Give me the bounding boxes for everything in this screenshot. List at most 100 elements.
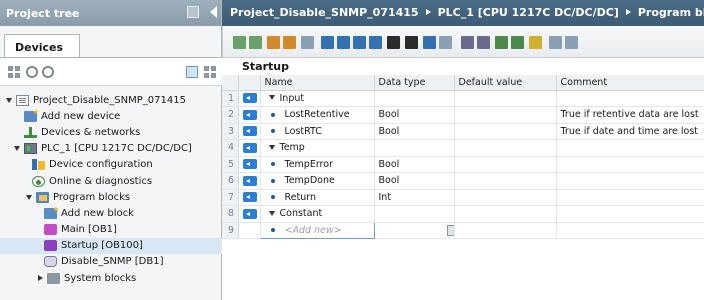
- name-cell[interactable]: LostRetentive: [260, 106, 375, 124]
- expand-icon[interactable]: [301, 36, 314, 49]
- data-type-cell[interactable]: Bool: [374, 106, 455, 124]
- comment-cell[interactable]: True if date and time are lost: [556, 123, 704, 140]
- open-box-icon[interactable]: [461, 36, 474, 49]
- data-type-cell[interactable]: [374, 139, 455, 157]
- comment-cell[interactable]: [556, 139, 704, 157]
- tree-item-add-new-device[interactable]: Add new device: [0, 108, 222, 124]
- insert-row-icon[interactable]: [233, 36, 246, 49]
- default-value-cell[interactable]: [454, 139, 557, 157]
- collapse-section-icon[interactable]: [268, 210, 275, 216]
- close-branch-icon[interactable]: [477, 36, 490, 49]
- collapse-panel-icon[interactable]: [210, 6, 217, 18]
- absolute-operands-icon[interactable]: [423, 36, 436, 49]
- comment-cell[interactable]: [556, 90, 704, 107]
- breadcrumb-plc[interactable]: PLC_1 [CPU 1217C DC/DC/DC]: [438, 6, 619, 19]
- expand-down-icon[interactable]: [26, 194, 32, 200]
- expand-right-icon[interactable]: [38, 275, 43, 282]
- modify-icon[interactable]: [549, 36, 562, 49]
- data-type-cell[interactable]: [374, 222, 455, 239]
- go-to-previous-error-icon[interactable]: [511, 36, 524, 49]
- display-favorites-icon[interactable]: [439, 36, 452, 49]
- default-value-cell[interactable]: [454, 222, 557, 239]
- go-to-next-error-icon[interactable]: [495, 36, 508, 49]
- tree-item-project[interactable]: Project_Disable_SNMP_071415: [0, 92, 222, 108]
- tree-item-devices-networks[interactable]: Devices & networks: [0, 124, 222, 140]
- split-view-icon[interactable]: [204, 66, 216, 78]
- data-type-cell[interactable]: [374, 205, 455, 223]
- name-cell[interactable]: TempDone: [260, 172, 375, 190]
- name-cell[interactable]: TempError: [260, 156, 375, 173]
- copy-snapshot-icon[interactable]: [283, 36, 296, 49]
- name-cell[interactable]: LostRTC: [260, 123, 375, 140]
- default-value-cell[interactable]: [454, 172, 557, 190]
- add-new-input[interactable]: <Add new>: [259, 221, 375, 239]
- default-value-cell[interactable]: [454, 90, 557, 107]
- data-type-cell[interactable]: Bool: [374, 123, 455, 140]
- tree-item-program-blocks[interactable]: Program blocks: [0, 189, 222, 205]
- go-offline-icon[interactable]: [42, 66, 54, 78]
- comment-cell[interactable]: [556, 172, 704, 190]
- tree-item-disable-snmp-db1[interactable]: Disable_SNMP [DB1]: [0, 254, 222, 270]
- table-row[interactable]: 4 Temp: [222, 139, 704, 157]
- name-cell[interactable]: Input: [260, 90, 375, 107]
- data-type-cell[interactable]: Bool: [374, 172, 455, 190]
- overview-icon[interactable]: [186, 66, 198, 78]
- comment-cell[interactable]: [556, 205, 704, 223]
- table-row[interactable]: 2 LostRetentive Bool True if retentive d…: [222, 106, 704, 124]
- table-row[interactable]: 6 TempDone Bool: [222, 172, 704, 190]
- open-all-icon[interactable]: [353, 36, 366, 49]
- comment-icon[interactable]: [387, 36, 400, 49]
- tab-devices[interactable]: Devices: [4, 34, 80, 58]
- header-comment[interactable]: Comment: [556, 75, 704, 91]
- data-type-cell[interactable]: Bool: [374, 156, 455, 173]
- comment-cell[interactable]: [556, 156, 704, 173]
- default-value-cell[interactable]: [454, 205, 557, 223]
- grid-view-icon[interactable]: [8, 66, 20, 78]
- default-value-cell[interactable]: [454, 156, 557, 173]
- data-type-cell[interactable]: Int: [374, 189, 455, 206]
- comment-cell[interactable]: [556, 189, 704, 206]
- network-delete-icon[interactable]: [337, 36, 350, 49]
- uncomment-icon[interactable]: [405, 36, 418, 49]
- header-name[interactable]: Name: [260, 75, 375, 91]
- add-row-icon[interactable]: [249, 36, 262, 49]
- tree-item-device-configuration[interactable]: Device configuration: [0, 157, 222, 173]
- table-row-add-new[interactable]: 9 <Add new>: [222, 221, 704, 239]
- name-cell[interactable]: Temp: [260, 139, 375, 157]
- breadcrumb-project[interactable]: Project_Disable_SNMP_071415: [230, 6, 419, 19]
- tree-item-system-blocks[interactable]: System blocks: [0, 270, 222, 286]
- table-row[interactable]: 8 Constant: [222, 205, 704, 223]
- data-type-cell[interactable]: [374, 90, 455, 107]
- table-row[interactable]: 1 Input: [222, 90, 704, 107]
- tree-item-online-diagnostics[interactable]: Online & diagnostics: [0, 173, 222, 189]
- tree-item-startup-ob100[interactable]: Startup [OB100]: [0, 237, 222, 254]
- network-insert-icon[interactable]: [321, 36, 334, 49]
- breadcrumb-program-blocks[interactable]: Program blocks: [638, 6, 704, 19]
- pin-icon[interactable]: [187, 6, 199, 18]
- tree-item-add-new-block[interactable]: Add new block: [0, 205, 222, 221]
- header-default-value[interactable]: Default value: [454, 75, 557, 91]
- comment-cell[interactable]: [556, 222, 704, 239]
- name-cell[interactable]: Constant: [260, 205, 375, 223]
- data-type-dropdown-icon[interactable]: [446, 224, 453, 236]
- close-all-icon[interactable]: [369, 36, 382, 49]
- table-row[interactable]: 3 LostRTC Bool True if date and time are…: [222, 123, 704, 140]
- collapse-section-icon[interactable]: [268, 95, 275, 101]
- monitoring-icon[interactable]: [529, 36, 542, 49]
- table-row[interactable]: 5 TempError Bool: [222, 156, 704, 173]
- go-online-icon[interactable]: [26, 66, 38, 78]
- tree-item-plc[interactable]: PLC_1 [CPU 1217C DC/DC/DC]: [0, 141, 222, 157]
- default-value-cell[interactable]: [454, 189, 557, 206]
- expand-down-icon[interactable]: [14, 146, 20, 152]
- header-data-type[interactable]: Data type: [374, 75, 455, 91]
- force-icon[interactable]: [565, 36, 578, 49]
- expand-down-icon[interactable]: [6, 97, 12, 103]
- default-value-cell[interactable]: [454, 106, 557, 124]
- snapshot-icon[interactable]: [267, 36, 280, 49]
- collapse-section-icon[interactable]: [268, 144, 275, 150]
- name-cell[interactable]: Return: [260, 189, 375, 206]
- tree-item-main-ob1[interactable]: Main [OB1]: [0, 222, 222, 238]
- default-value-cell[interactable]: [454, 123, 557, 140]
- table-row[interactable]: 7 Return Int: [222, 189, 704, 206]
- comment-cell[interactable]: True if retentive data are lost: [556, 106, 704, 124]
